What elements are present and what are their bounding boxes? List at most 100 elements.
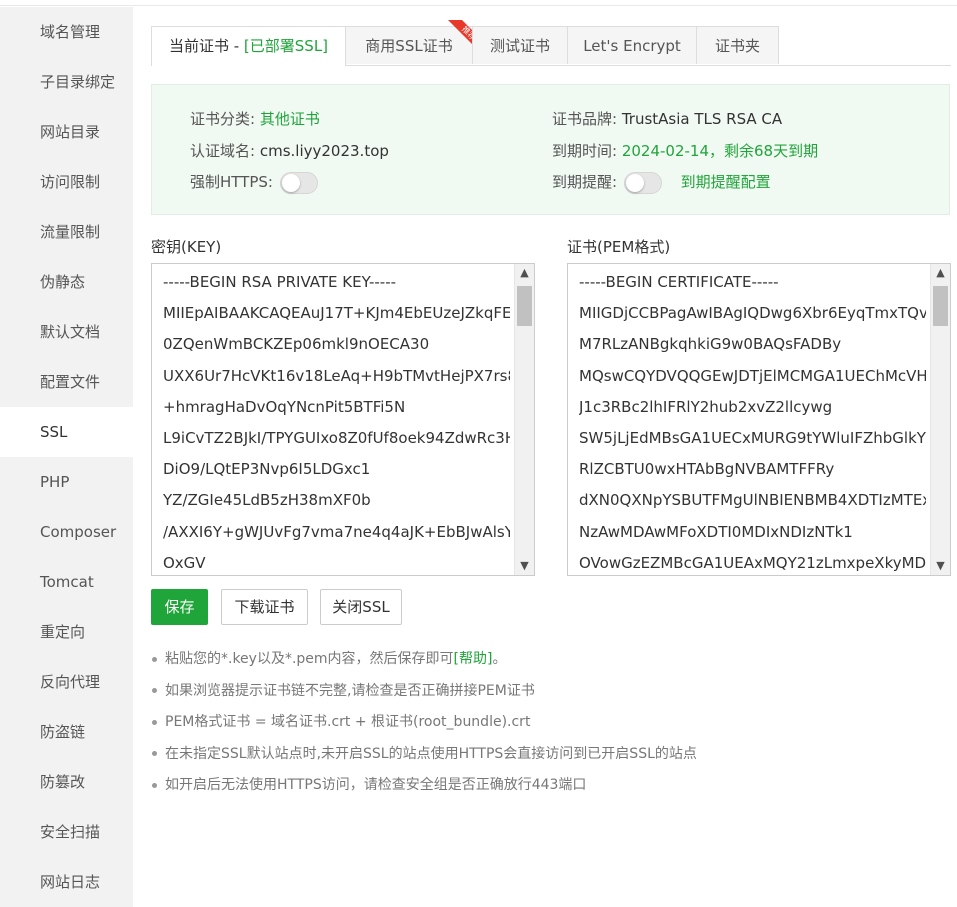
cert-brand-row: 证书品牌: TrustAsia TLS RSA CA [552,107,782,131]
cert-line: MQswCQYDVQQGEwJDTjElMCMGA1UEChMcVH [579,366,926,385]
force-https-row: 强制HTTPS: [190,170,318,194]
force-https-label: 强制HTTPS: [190,173,273,191]
cert-info-panel: 证书分类: 其他证书 证书品牌: TrustAsia TLS RSA CA 认证… [151,84,950,215]
sidebar-item-site-dir[interactable]: 网站目录 [0,107,133,157]
tip-text: 。 [492,651,507,667]
tab-test-cert[interactable]: 测试证书 [472,26,568,64]
cert-expiry-value: 2024-02-14，剩余68天到期 [621,142,819,160]
cert-textarea[interactable]: -----BEGIN CERTIFICATE----- MIIGDjCCBPagA… [567,263,951,576]
key-line: L9iCvTZ2BJkI/TPYGUIxo8Z0fUf8oek94ZdwRc3H… [163,428,510,447]
sidebar-item-rewrite[interactable]: 伪静态 [0,257,133,307]
tab-test-cert-label: 测试证书 [489,37,550,55]
sidebar-item-reverse-proxy[interactable]: 反向代理 [0,657,133,707]
sidebar-item-tomcat[interactable]: Tomcat [0,557,133,607]
tip-text: 在未指定SSL默认站点时,未开启SSL的站点使用HTTPS会直接访问到已开启SS… [165,745,697,762]
key-textarea[interactable]: -----BEGIN RSA PRIVATE KEY----- MIIEpAIBA… [151,263,535,576]
tip-item: PEM格式证书 = 域名证书.crt + 根证书(root_bundle).cr… [151,707,941,739]
tab-commercial-ssl-label: 商用SSL证书 [365,37,453,55]
cert-category-label: 证书分类: [190,110,256,128]
tip-text: 如开启后无法使用HTTPS访问，请检查安全组是否正确放行443端口 [165,777,587,793]
scroll-up-icon[interactable]: ▲ [931,264,950,282]
bullet-icon [152,719,157,725]
tip-text: PEM格式证书 = 域名证书.crt + 根证书(root_bundle).cr… [165,714,531,730]
help-link[interactable]: [帮助] [454,651,493,667]
sidebar-item-security-scan[interactable]: 安全扫描 [0,807,133,857]
cert-line: -----BEGIN CERTIFICATE----- [579,273,779,291]
close-ssl-button[interactable]: 关闭SSL [320,589,402,625]
scroll-thumb[interactable] [517,286,532,326]
save-button[interactable]: 保存 [151,589,208,625]
cert-line: MIIGDjCCBPagAwIBAgIQDwg6Xbr6EyqTmxTQv [579,304,926,323]
sidebar-item-tamper-proof[interactable]: 防篡改 [0,757,133,807]
toggle-knob [281,173,300,192]
tip-item: 粘贴您的*.key以及*.pem内容，然后保存即可[帮助]。 [151,644,941,676]
scroll-up-icon[interactable]: ▲ [515,264,534,282]
sidebar-item-domain[interactable]: 域名管理 [0,7,133,57]
cert-label: 证书(PEM格式) [567,238,671,256]
sidebar-item-redirect[interactable]: 重定向 [0,607,133,657]
sidebar-item-php[interactable]: PHP [0,457,133,507]
sidebar-item-hotlink[interactable]: 防盗链 [0,707,133,757]
force-https-toggle[interactable] [279,171,318,194]
cert-scrollbar[interactable]: ▲ ▼ [930,264,950,575]
bullet-icon [152,656,157,662]
expiry-reminder-config-link[interactable]: 到期提醒配置 [681,173,771,191]
ssl-tabs: 当前证书 - [已部署SSL] 商用SSL证书 推荐 测试证书 Let's En… [151,20,951,66]
bullet-icon [152,688,157,693]
cert-line: SW5jLjEdMBsGA1UECxMURG9tYWluIFZhbGlkYX [579,428,926,447]
tab-commercial-ssl[interactable]: 商用SSL证书 推荐 [345,20,486,64]
expiry-reminder-row: 到期提醒: 到期提醒配置 [552,170,771,194]
sidebar-item-default-doc[interactable]: 默认文档 [0,307,133,357]
cert-domain-row: 认证域名: cms.liyy2023.top [190,139,389,163]
tips-list: 粘贴您的*.key以及*.pem内容，然后保存即可[帮助]。 如果浏览器提示证书… [151,644,941,802]
tip-text: 粘贴您的*.key以及*.pem内容，然后保存即可 [165,651,454,667]
cert-line: RlZCBTU0wxHTAbBgNVBAMTFFRy [579,460,835,479]
download-cert-button[interactable]: 下载证书 [221,589,308,625]
expiry-reminder-label: 到期提醒: [552,173,618,191]
sidebar-item-config[interactable]: 配置文件 [0,357,133,407]
cert-content: -----BEGIN CERTIFICATE----- MIIGDjCCBPagA… [579,267,926,575]
expiry-reminder-toggle[interactable] [623,171,662,194]
bullet-icon [152,751,157,756]
key-line: UXX6Ur7HcVKt16v18LeAq+H9bTMvtHejPX7rs8 [163,366,510,385]
tab-current-cert-status: [已部署SSL] [243,37,329,55]
tip-item: 在未指定SSL默认站点时,未开启SSL的站点使用HTTPS会直接访问到已开启SS… [151,739,941,771]
scroll-down-icon[interactable]: ▼ [931,557,950,575]
sidebar-item-traffic-limit[interactable]: 流量限制 [0,207,133,257]
tab-cert-folder-label: 证书夹 [714,37,760,55]
key-scrollbar[interactable]: ▲ ▼ [514,264,534,575]
sidebar-item-ssl[interactable]: SSL [0,407,133,457]
cert-expiry-row: 到期时间: 2024-02-14，剩余68天到期 [552,139,818,163]
cert-domain-label: 认证域名: [190,142,256,160]
sidebar-item-subdir-binding[interactable]: 子目录绑定 [0,57,133,107]
key-line: OxGV [163,553,206,572]
scroll-down-icon[interactable]: ▼ [515,557,534,575]
key-line: MIIEpAIBAAKCAQEAuJ17T+KJm4EbEUzeJZkqFE [163,304,510,323]
cert-expiry-label: 到期时间: [552,142,618,160]
sidebar-item-access-limit[interactable]: 访问限制 [0,157,133,207]
key-content: -----BEGIN RSA PRIVATE KEY----- MIIEpAIBA… [163,267,510,575]
tip-item: 如果浏览器提示证书链不完整,请检查是否正确拼接PEM证书 [151,676,941,708]
tab-letsencrypt-label: Let's Encrypt [583,37,681,55]
cert-brand-value: TrustAsia TLS RSA CA [621,110,783,128]
cert-brand-label: 证书品牌: [552,110,618,128]
tip-item: 如开启后无法使用HTTPS访问，请检查安全组是否正确放行443端口 [151,770,941,802]
key-line: -----BEGIN RSA PRIVATE KEY----- [163,273,397,291]
bullet-icon [152,782,157,788]
tip-text: 如果浏览器提示证书链不完整,请检查是否正确拼接PEM证书 [165,682,535,699]
tab-letsencrypt[interactable]: Let's Encrypt [567,26,697,64]
sidebar-item-composer[interactable]: Composer [0,507,133,557]
sidebar: 域名管理 子目录绑定 网站目录 访问限制 流量限制 伪静态 默认文档 配置文件 … [0,7,133,907]
key-line: /AXXI6Y+gWJUvFg7vma7ne4q4aJK+EbBJwAlsY [163,522,510,541]
key-line: YZ/ZGIe45LdB5zH38mXF0b [163,491,371,510]
tab-current-cert[interactable]: 当前证书 - [已部署SSL] [151,26,346,66]
sidebar-item-site-log[interactable]: 网站日志 [0,857,133,907]
key-label: 密钥(KEY) [151,238,222,256]
cert-line: J1c3RBc2lhIFRlY2hub2xvZ2llcywg [579,397,833,416]
cert-line: M7RLzANBgkqhkiG9w0BAQsFADBy [579,335,842,354]
cert-line: dXN0QXNpYSBUTFMgUlNBIENBMB4XDTIzMTEx [579,491,926,510]
cert-line: OVowGzEZMBcGA1UEAxMQY21zLmxpeXkyMDI [579,553,926,572]
key-line: DiO9/LQtEP3Nvp6I5LDGxc1 [163,460,371,479]
scroll-thumb[interactable] [933,286,948,326]
tab-cert-folder[interactable]: 证书夹 [696,26,779,64]
